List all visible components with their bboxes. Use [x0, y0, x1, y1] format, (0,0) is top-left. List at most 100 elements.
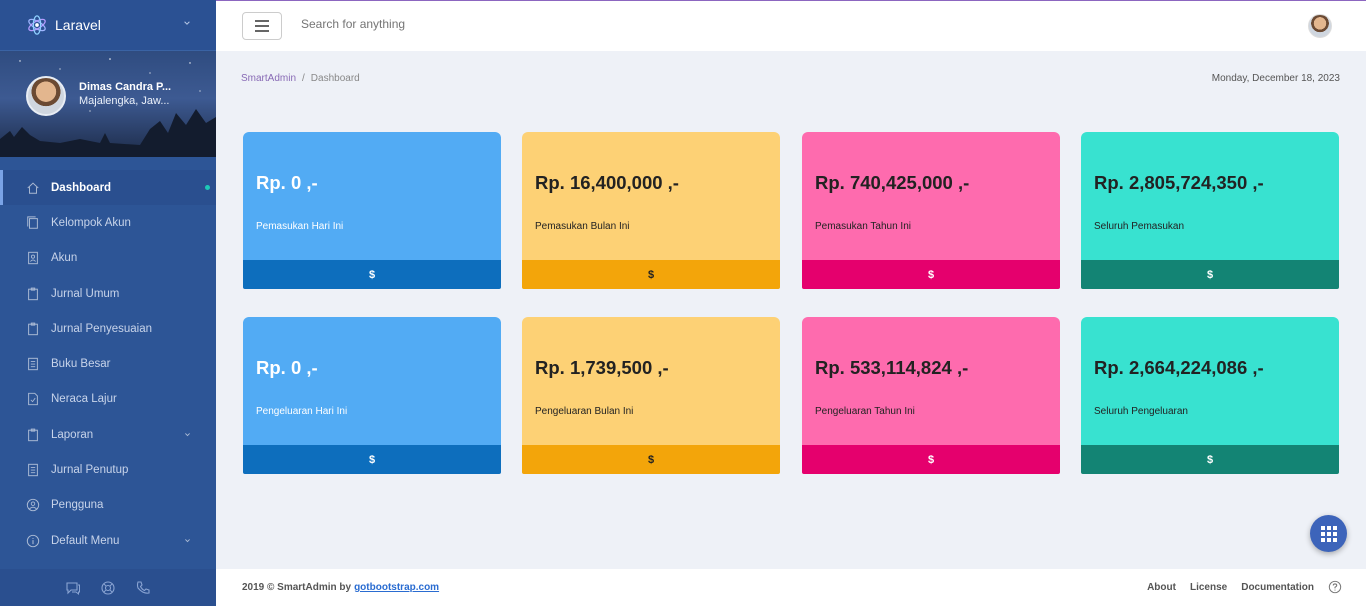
card-footer-dollar[interactable]: $ — [1081, 445, 1339, 474]
hamburger-line — [255, 25, 269, 27]
breadcrumb: SmartAdmin / Dashboard — [241, 73, 360, 84]
chevron-down-icon[interactable] — [183, 19, 191, 27]
support-icon[interactable] — [100, 580, 116, 596]
card-label: Pengeluaran Tahun Ini — [815, 406, 915, 417]
home-icon — [27, 182, 39, 194]
card-label: Pemasukan Bulan Ini — [535, 221, 630, 232]
card-body: Rp. 1,739,500 ,- Pengeluaran Bulan Ini — [522, 317, 780, 445]
apps-grid-button[interactable] — [1310, 515, 1347, 552]
card-label: Pengeluaran Bulan Ini — [535, 406, 634, 417]
footer-link-documentation[interactable]: Documentation — [1241, 582, 1314, 593]
sidebar-item-label: Dashboard — [51, 181, 112, 194]
hamburger-line — [255, 20, 269, 22]
sidebar-item-jurnal-penyesuaian[interactable]: Jurnal Penyesuaian — [0, 311, 216, 346]
atom-logo-icon — [28, 15, 46, 35]
sidebar-item-dashboard[interactable]: Dashboard — [0, 170, 216, 206]
copy-icon — [27, 216, 38, 229]
breadcrumb-current: Dashboard — [310, 73, 360, 84]
stat-card-pengeluaran-hari-ini[interactable]: Rp. 0 ,- Pengeluaran Hari Ini $ — [243, 317, 501, 474]
sidebar-item-default-menu[interactable]: Default Menu — [0, 523, 216, 558]
stat-card-pengeluaran-bulan-ini[interactable]: Rp. 1,739,500 ,- Pengeluaran Bulan Ini $ — [522, 317, 780, 474]
hamburger-line — [255, 30, 269, 32]
card-label: Pemasukan Hari Ini — [256, 221, 344, 232]
chevron-down-icon[interactable] — [184, 537, 191, 544]
footer-link-gotbootstrap[interactable]: gotbootstrap.com — [354, 582, 439, 593]
sidebar-item-laporan[interactable]: Laporan — [0, 417, 216, 452]
sidebar: Laravel Dimas Candra P... Majalengka, Ja… — [0, 0, 216, 606]
card-value: Rp. 1,739,500 ,- — [535, 357, 669, 378]
card-label: Seluruh Pemasukan — [1094, 221, 1185, 232]
grid-dot — [1320, 531, 1325, 536]
card-footer-dollar[interactable]: $ — [243, 445, 501, 474]
profile-avatar[interactable] — [26, 76, 66, 116]
chat-icon[interactable] — [65, 580, 81, 596]
profile-location: Majalengka, Jaw... — [79, 95, 170, 107]
sidebar-item-jurnal-umum[interactable]: Jurnal Umum — [0, 276, 216, 311]
sidebar-item-akun[interactable]: Akun — [0, 241, 216, 276]
footer-copyright: 2019 © SmartAdmin by — [242, 582, 352, 593]
phone-icon[interactable] — [135, 580, 151, 596]
card-value: Rp. 2,664,224,086 ,- — [1094, 357, 1264, 378]
help-icon[interactable] — [1328, 580, 1342, 594]
grid-dot — [1332, 525, 1337, 530]
sidebar-item-label: Default Menu — [51, 534, 120, 547]
clipboard-icon — [28, 428, 38, 441]
card-value: Rp. 2,805,724,350 ,- — [1094, 172, 1264, 193]
card-body: Rp. 0 ,- Pemasukan Hari Ini — [243, 132, 501, 260]
sidebar-item-label: Jurnal Penutup — [51, 464, 129, 477]
profile-name[interactable]: Dimas Candra P... — [79, 81, 179, 93]
current-date: Monday, December 18, 2023 — [1211, 73, 1340, 84]
card-body: Rp. 533,114,824 ,- Pengeluaran Tahun Ini — [802, 317, 1060, 445]
footer-link-about[interactable]: About — [1147, 582, 1176, 593]
sidebar-item-buku-besar[interactable]: Buku Besar — [0, 346, 216, 381]
sidebar-item-neraca-lajur[interactable]: Neraca Lajur — [0, 382, 216, 417]
header-avatar[interactable] — [1308, 14, 1332, 38]
footer-link-license[interactable]: License — [1190, 582, 1227, 593]
card-label: Pemasukan Tahun Ini — [815, 221, 911, 232]
brand-name: Laravel — [55, 17, 101, 33]
menu-toggle-button[interactable] — [242, 12, 282, 40]
card-label: Seluruh Pengeluaran — [1094, 406, 1188, 417]
page-footer: 2019 © SmartAdmin by gotbootstrap.com Ab… — [216, 569, 1366, 606]
card-value: Rp. 533,114,824 ,- — [815, 357, 969, 378]
info-icon — [26, 534, 40, 547]
sidebar-item-label: Akun — [51, 252, 78, 265]
sidebar-item-kelompok-akun[interactable]: Kelompok Akun — [0, 205, 216, 240]
card-footer-dollar[interactable]: $ — [802, 260, 1060, 289]
card-footer-dollar[interactable]: $ — [802, 445, 1060, 474]
card-footer-dollar[interactable]: $ — [243, 260, 501, 289]
stat-card-pemasukan-tahun-ini[interactable]: Rp. 740,425,000 ,- Pemasukan Tahun Ini $ — [802, 132, 1060, 289]
sidebar-item-pengguna[interactable]: Pengguna — [0, 488, 216, 523]
breadcrumb-root[interactable]: SmartAdmin — [241, 73, 296, 84]
card-footer-dollar[interactable]: $ — [522, 445, 780, 474]
stat-card-pemasukan-bulan-ini[interactable]: Rp. 16,400,000 ,- Pemasukan Bulan Ini $ — [522, 132, 780, 289]
card-value: Rp. 0 ,- — [256, 357, 318, 378]
clipboard-icon — [28, 287, 38, 300]
card-body: Rp. 2,664,224,086 ,- Seluruh Pengeluaran — [1081, 317, 1339, 445]
grid-dot — [1326, 531, 1331, 536]
card-body: Rp. 0 ,- Pengeluaran Hari Ini — [243, 317, 501, 445]
card-footer-dollar[interactable]: $ — [1081, 260, 1339, 289]
sidebar-item-label: Kelompok Akun — [51, 216, 131, 229]
grid-dot — [1332, 531, 1337, 536]
sidebar-item-label: Jurnal Penyesuaian — [51, 322, 153, 335]
sidebar-item-label: Laporan — [51, 428, 94, 441]
sidebar-nav: Dashboard Kelompok Akun Akun Jurnal Umum… — [0, 170, 216, 558]
profile-card: Dimas Candra P... Majalengka, Jaw... — [0, 51, 216, 157]
chevron-down-icon[interactable] — [184, 431, 191, 438]
sidebar-item-label: Jurnal Umum — [51, 287, 120, 300]
stat-card-seluruh-pemasukan[interactable]: Rp. 2,805,724,350 ,- Seluruh Pemasukan $ — [1081, 132, 1339, 289]
stat-card-seluruh-pengeluaran[interactable]: Rp. 2,664,224,086 ,- Seluruh Pengeluaran… — [1081, 317, 1339, 474]
brand[interactable]: Laravel — [0, 0, 216, 51]
stat-card-pengeluaran-tahun-ini[interactable]: Rp. 533,114,824 ,- Pengeluaran Tahun Ini… — [802, 317, 1060, 474]
sidebar-item-jurnal-penutup[interactable]: Jurnal Penutup — [0, 452, 216, 487]
card-value: Rp. 16,400,000 ,- — [535, 172, 679, 193]
card-footer-dollar[interactable]: $ — [522, 260, 780, 289]
card-body: Rp. 740,425,000 ,- Pemasukan Tahun Ini — [802, 132, 1060, 260]
user-circle-icon — [26, 499, 40, 512]
grid-dot — [1326, 525, 1331, 530]
sidebar-item-label: Pengguna — [51, 499, 104, 512]
user-file-icon — [28, 252, 38, 265]
stat-card-pemasukan-hari-ini[interactable]: Rp. 0 ,- Pemasukan Hari Ini $ — [243, 132, 501, 289]
search-input[interactable] — [301, 17, 601, 31]
